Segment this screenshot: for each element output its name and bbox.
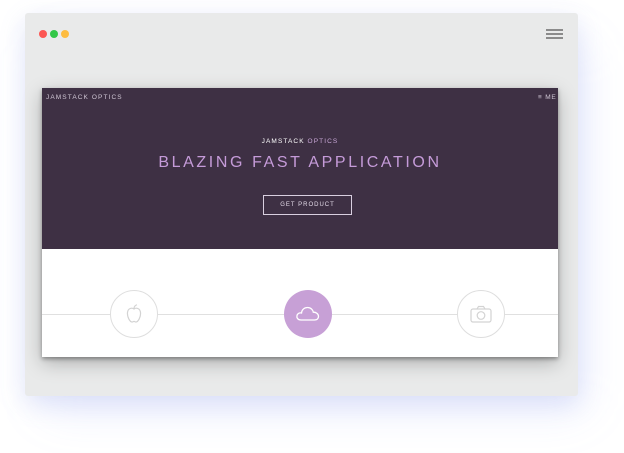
camera-icon <box>470 305 492 323</box>
feature-cloud[interactable] <box>284 290 332 338</box>
feature-apple[interactable] <box>110 290 158 338</box>
minimize-dot[interactable] <box>50 30 58 38</box>
website-preview: JAMSTACK OPTICS ≡ ME JAMSTACK OPTICS BLA… <box>42 88 558 357</box>
hero-kicker-main: JAMSTACK <box>261 138 305 145</box>
cloud-icon <box>296 306 320 321</box>
features-section <box>42 249 558 357</box>
maximize-dot[interactable] <box>61 30 69 38</box>
site-brand[interactable]: JAMSTACK OPTICS <box>46 94 123 101</box>
hero-kicker: JAMSTACK OPTICS <box>42 138 558 145</box>
get-product-button[interactable]: GET PRODUCT <box>263 195 352 215</box>
apple-icon <box>126 304 142 323</box>
window-controls <box>39 30 69 38</box>
site-menu-link[interactable]: ≡ ME <box>538 94 557 101</box>
hero-kicker-sub: OPTICS <box>307 138 339 145</box>
close-dot[interactable] <box>39 30 47 38</box>
browser-window: JAMSTACK OPTICS ≡ ME JAMSTACK OPTICS BLA… <box>25 13 578 396</box>
screenshot-stage: JAMSTACK OPTICS ≡ ME JAMSTACK OPTICS BLA… <box>0 0 624 453</box>
hero-section: JAMSTACK OPTICS ≡ ME JAMSTACK OPTICS BLA… <box>42 88 558 249</box>
hero-title: BLAZING FAST APPLICATION <box>158 154 442 171</box>
hamburger-icon[interactable] <box>546 29 563 40</box>
feature-camera[interactable] <box>457 290 505 338</box>
